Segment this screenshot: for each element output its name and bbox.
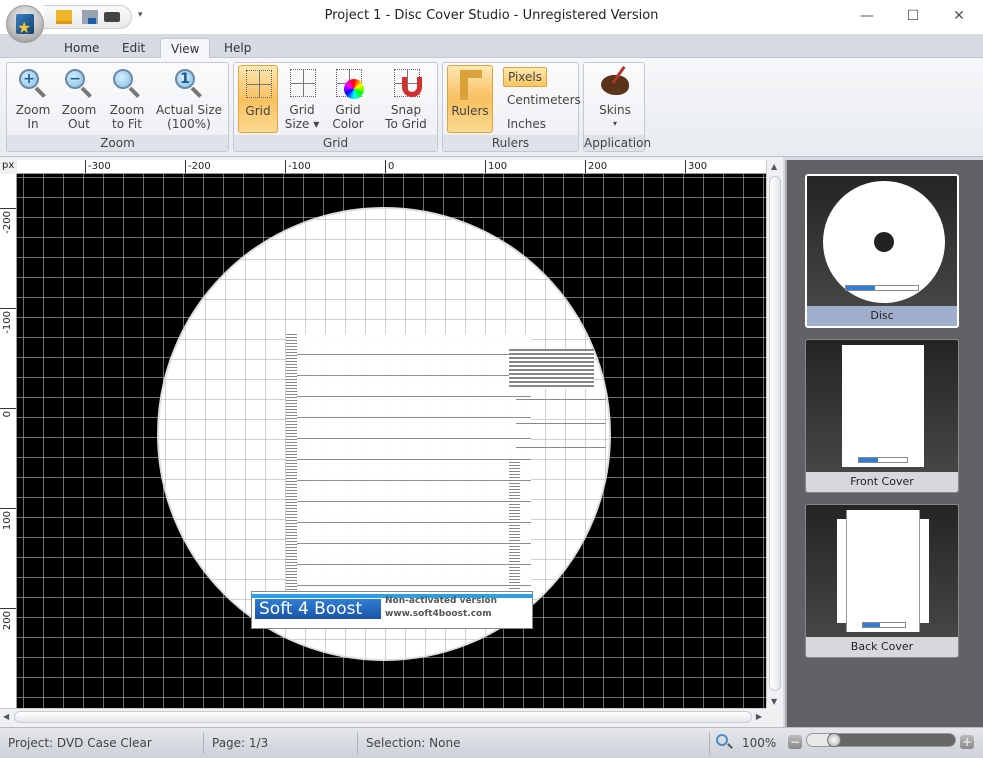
application-group: Skins ▾ Application	[583, 62, 652, 152]
back-cover-preview	[846, 510, 920, 632]
ruler-unit-label: px	[2, 160, 15, 171]
zoom-slider-knob[interactable]	[827, 733, 841, 747]
vertical-scroll-thumb[interactable]	[769, 176, 781, 691]
zoom-group: + Zoom In − Zoom Out Zoom to Fit 1 Actua…	[6, 62, 229, 152]
soft4boost-logo: Soft 4 Boost	[255, 599, 381, 619]
page-thumb-front-cover[interactable]: Front Cover	[805, 339, 959, 493]
open-icon[interactable]	[56, 10, 72, 24]
grid-size-icon	[290, 69, 316, 97]
ruler-tick: -100	[0, 308, 16, 334]
status-project: Project: DVD Case Clear	[0, 732, 204, 754]
quick-access-toolbar	[44, 5, 132, 29]
horizontal-scroll-thumb[interactable]	[14, 711, 752, 723]
ruler-tick: 200	[585, 160, 607, 173]
application-group-label: Application	[584, 135, 652, 151]
scroll-up-icon[interactable]: ▲	[771, 162, 777, 171]
watermark-text: Non-activated version	[385, 596, 498, 606]
vertical-scrollbar[interactable]: ▲ ▼	[766, 160, 782, 708]
workspace: px -300 -200 -100 0 100 200 300 -200 -10…	[0, 157, 783, 727]
vertical-ruler[interactable]: -200 -100 0 100 200	[0, 174, 17, 708]
disc-preview	[823, 181, 945, 303]
ruler-tick: -300	[85, 160, 111, 173]
zoom-group-label: Zoom	[7, 135, 228, 151]
scroll-left-icon[interactable]: ◀	[3, 712, 9, 721]
tab-view[interactable]: View	[160, 38, 211, 58]
status-bar: Project: DVD Case Clear Page: 1/3 Select…	[0, 727, 983, 758]
page-thumb-disc[interactable]: Disc	[805, 174, 959, 328]
skins-button[interactable]: Skins ▾	[592, 67, 638, 131]
page-thumb-label: Back Cover	[806, 637, 958, 657]
color-wheel-icon	[344, 79, 364, 99]
disc-shape[interactable]: Soft 4 Boost Non-activated version www.s…	[157, 207, 611, 661]
save-icon[interactable]	[82, 10, 98, 24]
zoom-out-small-button[interactable]: −	[788, 735, 802, 749]
scroll-down-icon[interactable]: ▼	[771, 697, 777, 706]
rulers-group: Rulers Pixels Centimeters Inches Rulers	[442, 62, 581, 152]
design-canvas[interactable]: Soft 4 Boost Non-activated version www.s…	[17, 174, 766, 708]
ribbon-tabs: Home Edit View Help	[0, 34, 983, 58]
grid-color-button[interactable]: Grid Color	[330, 67, 366, 131]
ruler-tick: 0	[0, 408, 16, 417]
window-title: Project 1 - Disc Cover Studio - Unregist…	[324, 8, 659, 23]
pages-panel: Disc Front Cover Back Cover	[785, 160, 983, 727]
magnet-icon	[402, 77, 422, 97]
ruler-tick: -200	[185, 160, 211, 173]
status-page: Page: 1/3	[204, 732, 358, 754]
zoom-in-button[interactable]: + Zoom In	[13, 67, 53, 131]
ruler-tick: 100	[485, 160, 507, 173]
zoom-icon	[716, 734, 728, 746]
close-button[interactable]: ✕	[936, 4, 982, 28]
minimize-button[interactable]: —	[844, 4, 890, 28]
ruler-tick: -200	[0, 208, 16, 234]
ruler-icon	[460, 70, 482, 100]
tab-home[interactable]: Home	[54, 38, 109, 58]
actual-size-button[interactable]: 1 Actual Size (100%)	[155, 67, 223, 131]
unit-centimeters-option[interactable]: Centimeters	[503, 91, 585, 109]
unit-pixels-option[interactable]: Pixels	[503, 67, 548, 87]
zoom-to-fit-button[interactable]: Zoom to Fit	[105, 67, 149, 131]
zoom-to-fit-icon	[113, 69, 133, 89]
page-thumb-label: Disc	[807, 306, 957, 326]
zoom-out-button[interactable]: − Zoom Out	[59, 67, 99, 131]
ruler-tick: 200	[0, 608, 16, 630]
grid-toggle-button[interactable]: Grid	[238, 65, 278, 133]
zoom-in-small-button[interactable]: +	[960, 735, 974, 749]
zoom-slider[interactable]	[806, 733, 956, 747]
palette-icon	[601, 75, 629, 95]
tab-edit[interactable]: Edit	[112, 38, 155, 58]
print-icon[interactable]	[104, 12, 120, 22]
horizontal-scrollbar[interactable]: ◀ ▶	[0, 708, 766, 724]
page-thumb-back-cover[interactable]: Back Cover	[805, 504, 959, 658]
ruler-tick: 0	[385, 160, 394, 173]
snap-to-grid-button[interactable]: Snap To Grid	[380, 67, 432, 131]
ruler-tick: -100	[285, 160, 311, 173]
front-cover-preview	[842, 345, 924, 467]
grid-icon	[246, 70, 272, 98]
maximize-button[interactable]: ☐	[890, 4, 936, 28]
horizontal-ruler[interactable]: -300 -200 -100 0 100 200 300	[17, 160, 766, 174]
watermark-url: www.soft4boost.com	[385, 609, 492, 619]
ribbon: + Zoom In − Zoom Out Zoom to Fit 1 Actua…	[0, 58, 983, 157]
rulers-group-label: Rulers	[443, 135, 578, 151]
grid-group-label: Grid	[234, 135, 437, 151]
status-selection: Selection: None	[358, 732, 710, 754]
scroll-right-icon[interactable]: ▶	[756, 712, 762, 721]
unit-inches-option[interactable]: Inches	[503, 115, 550, 133]
disc-content-block[interactable]	[286, 334, 531, 594]
star-icon: ★	[17, 18, 32, 37]
customize-toolbar-icon[interactable]: ▾	[138, 10, 143, 20]
ruler-tick: 300	[685, 160, 707, 173]
ruler-tick: 100	[0, 508, 16, 530]
page-thumb-label: Front Cover	[806, 472, 958, 492]
zoom-percent: 100%	[742, 736, 777, 750]
grid-size-button[interactable]: Grid Size ▾	[284, 67, 320, 131]
rulers-toggle-button[interactable]: Rulers	[447, 65, 493, 133]
title-bar: Project 1 - Disc Cover Studio - Unregist…	[0, 0, 983, 34]
tab-help[interactable]: Help	[214, 38, 261, 58]
grid-group: Grid Grid Size ▾ Grid Color Snap To Grid…	[233, 62, 438, 152]
application-menu-button[interactable]: ★	[6, 5, 44, 43]
